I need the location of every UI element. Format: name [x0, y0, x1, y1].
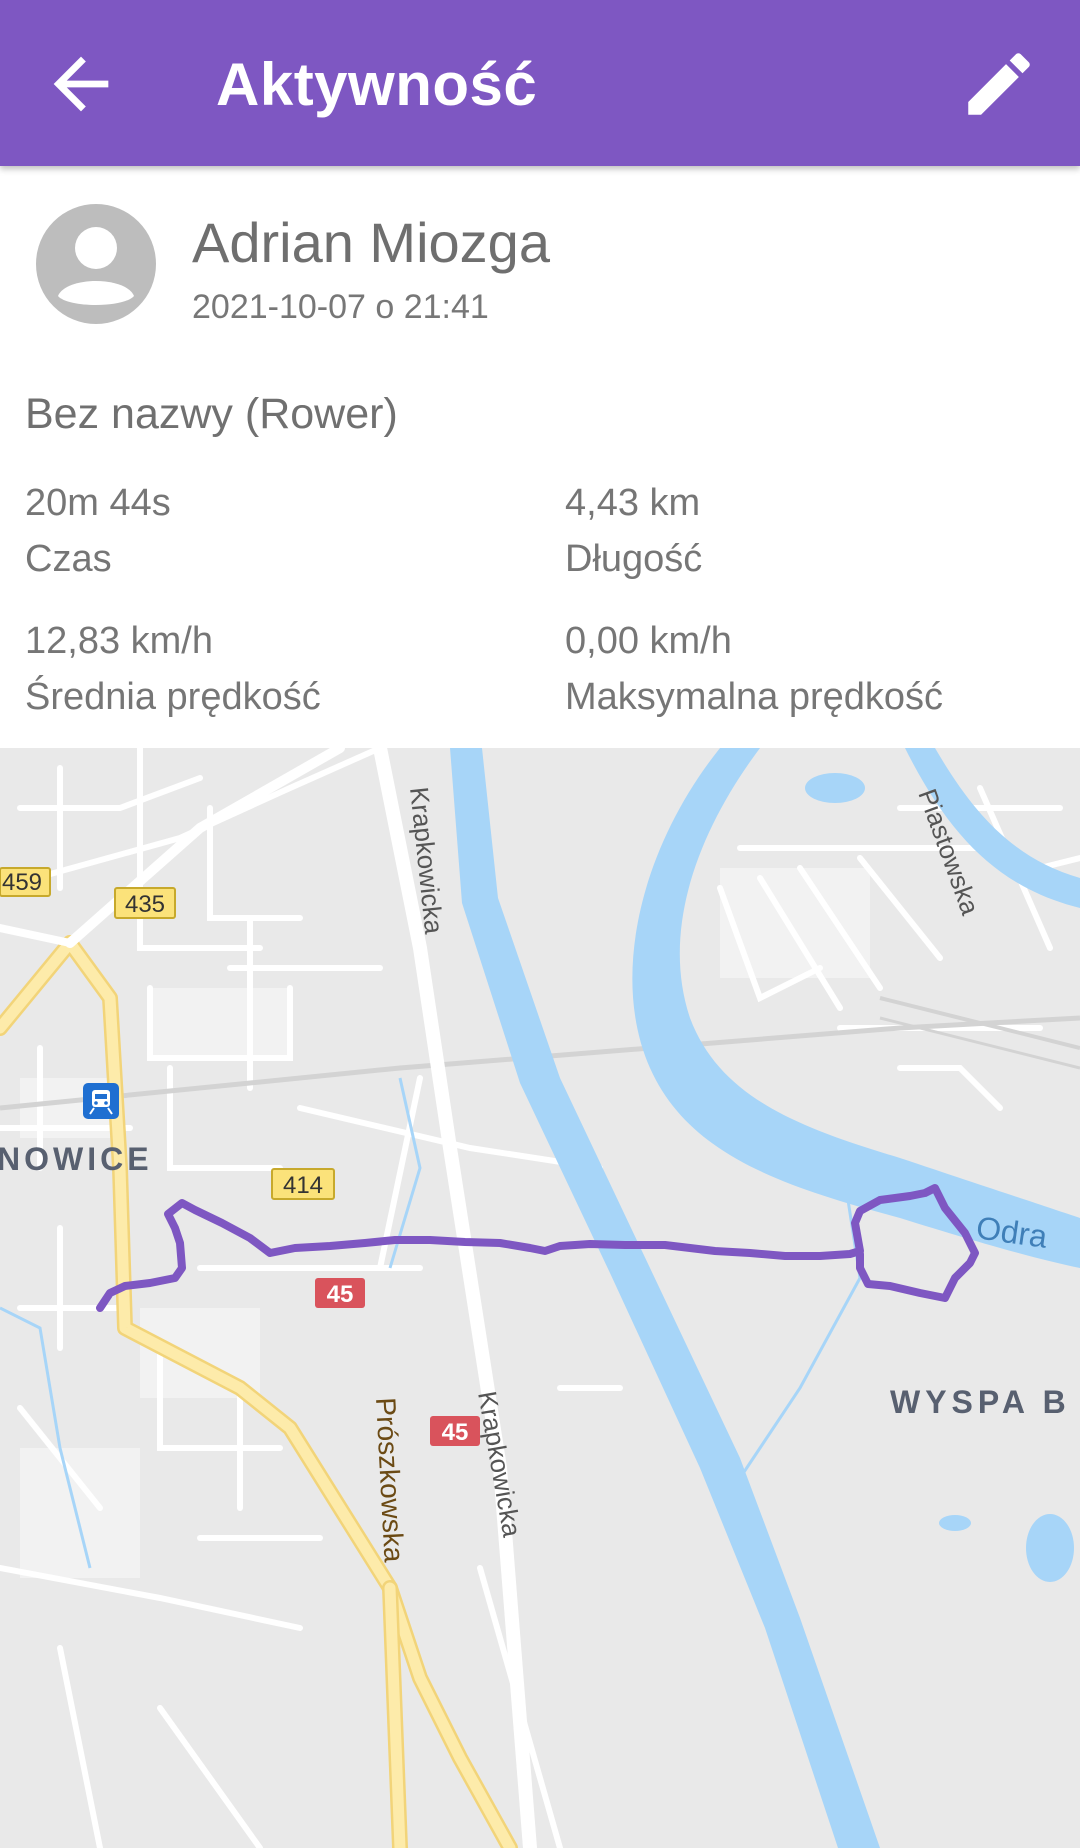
stat-distance-label: Długość: [565, 538, 703, 580]
stat-avg-speed-value: 12,83 km/h: [25, 620, 213, 662]
stat-distance-value: 4,43 km: [565, 482, 701, 524]
svg-text:459: 459: [2, 869, 42, 896]
map-canvas: 459 435 414 45 45 Krapkowicka Krapkowick…: [0, 748, 1080, 1848]
stat-max-speed: 0,00 km/h Maksymalna prędkość: [565, 620, 943, 719]
user-name: Adrian Miozga: [192, 211, 550, 274]
stat-avg-speed: 12,83 km/h Średnia prędkość: [25, 620, 321, 719]
stat-max-speed-value: 0,00 km/h: [565, 620, 732, 662]
stat-distance: 4,43 km Długość: [565, 482, 702, 581]
edit-button[interactable]: [958, 43, 1040, 125]
avatar[interactable]: [36, 204, 156, 324]
road-shield-414: 414: [271, 1168, 335, 1200]
train-station-icon[interactable]: [83, 1083, 119, 1119]
svg-text:414: 414: [283, 1172, 323, 1199]
edit-pencil-icon: [968, 53, 1030, 115]
back-button[interactable]: [40, 43, 122, 125]
road-shield-45-b: 45: [430, 1416, 480, 1446]
route-map[interactable]: 459 435 414 45 45 Krapkowicka Krapkowick…: [0, 748, 1080, 1848]
account-circle-icon: [36, 204, 156, 324]
svg-text:45: 45: [442, 1419, 469, 1446]
activity-datetime: 2021-10-07 o 21:41: [192, 288, 489, 326]
stat-time-label: Czas: [25, 538, 112, 580]
district-label-east: WYSPA B: [890, 1384, 1071, 1420]
stat-max-speed-label: Maksymalna prędkość: [565, 676, 944, 718]
svg-text:435: 435: [125, 891, 165, 918]
stat-avg-speed-label: Średnia prędkość: [25, 676, 321, 718]
arrow-back-icon: [53, 56, 109, 112]
stat-time: 20m 44s Czas: [25, 482, 171, 581]
activity-summary: Adrian Miozga 2021-10-07 o 21:41 Bez naz…: [0, 166, 1080, 746]
app-bar: Aktywność: [0, 0, 1080, 166]
stat-time-value: 20m 44s: [25, 482, 171, 524]
activity-title: Bez nazwy (Rower): [25, 390, 398, 438]
road-shield-435: 435: [114, 887, 176, 919]
svg-text:45: 45: [327, 1281, 354, 1308]
page-title: Aktywność: [216, 51, 538, 118]
road-shield-459: 459: [0, 867, 51, 897]
district-label-west: NOWICE: [0, 1141, 153, 1177]
road-shield-45-a: 45: [315, 1278, 365, 1308]
